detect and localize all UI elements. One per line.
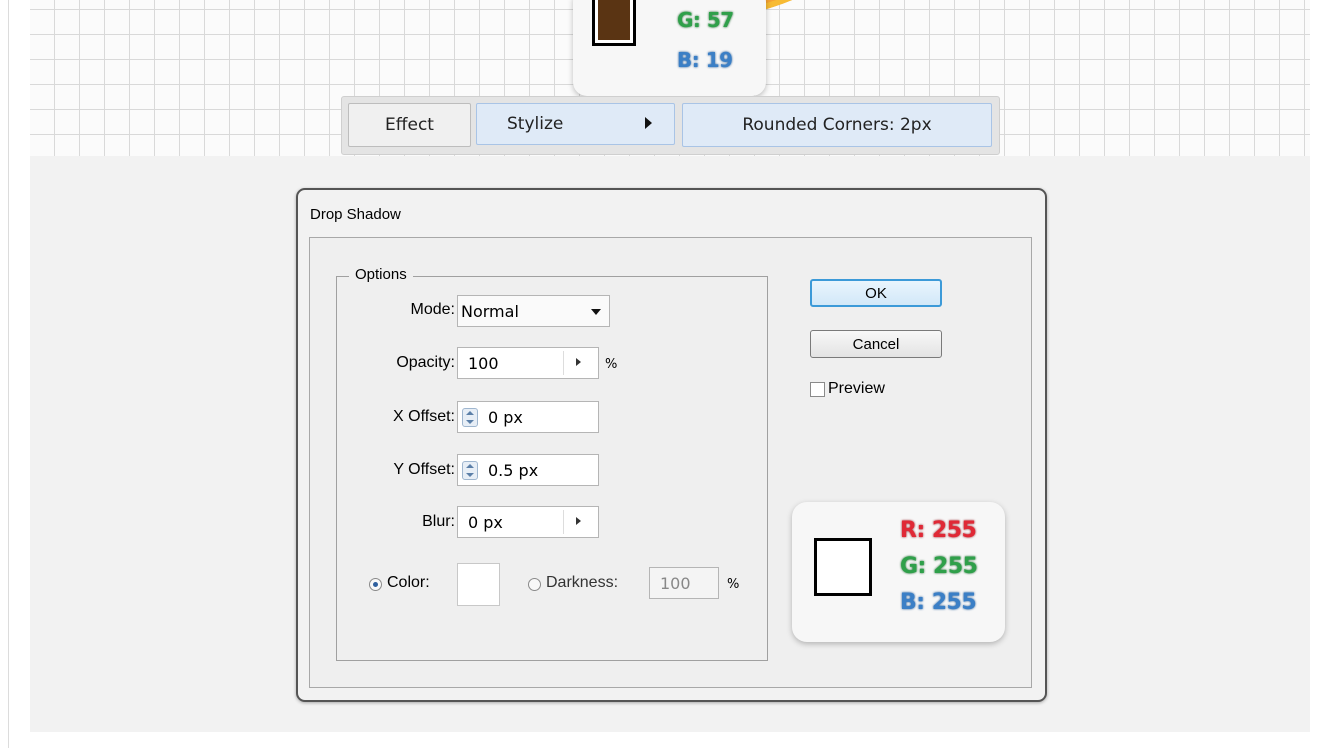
left-rule: [8, 0, 9, 748]
darkness-field[interactable]: 100: [649, 567, 719, 599]
shadow-color-swatch[interactable]: [457, 563, 500, 606]
color-label: Color:: [387, 574, 430, 591]
dialog-title: Drop Shadow: [310, 206, 401, 223]
y-offset-label: Y Offset:: [393, 461, 455, 478]
effect-menu-path: Effect Stylize Rounded Corners: 2px: [341, 96, 1000, 155]
stepper-icon[interactable]: [462, 461, 478, 480]
x-offset-field[interactable]: 0 px: [457, 401, 599, 433]
y-offset-value: 0.5 px: [488, 461, 539, 480]
mode-label: Mode:: [410, 301, 455, 318]
cancel-button[interactable]: Cancel: [810, 330, 942, 358]
preview-label: Preview: [828, 380, 885, 397]
darkness-label: Darkness:: [546, 574, 619, 591]
menu-stylize-label: Stylize: [507, 114, 564, 134]
chevron-down-icon: [591, 309, 601, 315]
top-color-callout: G: 57 B: 19: [573, 0, 766, 96]
white-swatch: [814, 538, 872, 596]
submenu-arrow-icon: [645, 117, 652, 129]
menu-effect[interactable]: Effect: [348, 103, 471, 147]
darkness-value: 100: [660, 574, 691, 593]
mode-value: Normal: [461, 302, 519, 321]
shadow-color-callout: R: 255 G: 255 B: 255: [792, 502, 1005, 642]
stepper-icon[interactable]: [462, 408, 478, 427]
preview-checkbox[interactable]: [810, 382, 825, 397]
blur-label: Blur:: [422, 513, 455, 530]
opacity-unit: %: [605, 357, 618, 372]
menu-stylize[interactable]: Stylize: [476, 103, 675, 145]
blur-value: 0 px: [468, 513, 503, 532]
top-g-value: G: 57: [677, 8, 735, 33]
options-legend: Options: [349, 266, 413, 283]
mode-dropdown[interactable]: Normal: [457, 295, 610, 327]
darkness-unit: %: [727, 577, 740, 592]
options-group: Options Mode: Normal Opacity: 100 % X Of…: [336, 266, 768, 661]
opacity-field[interactable]: 100: [457, 347, 599, 379]
field-divider: [563, 351, 564, 375]
opacity-label: Opacity:: [396, 354, 455, 371]
callout-r-value: R: 255: [899, 518, 977, 544]
callout-b-value: B: 255: [899, 590, 977, 616]
callout-g-value: G: 255: [899, 554, 978, 580]
x-offset-label: X Offset:: [393, 408, 455, 425]
darkness-radio[interactable]: [528, 578, 541, 591]
menu-rounded-corners[interactable]: Rounded Corners: 2px: [682, 103, 992, 147]
x-offset-value: 0 px: [488, 408, 523, 427]
blur-field[interactable]: 0 px: [457, 506, 599, 538]
color-radio[interactable]: [369, 578, 382, 591]
y-offset-field[interactable]: 0.5 px: [457, 454, 599, 486]
brown-swatch: [592, 0, 636, 46]
slider-arrow-icon[interactable]: [576, 517, 581, 525]
ok-button[interactable]: OK: [810, 279, 942, 307]
opacity-value: 100: [468, 354, 499, 373]
slider-arrow-icon[interactable]: [576, 358, 581, 366]
top-b-value: B: 19: [677, 48, 734, 73]
field-divider: [563, 510, 564, 534]
